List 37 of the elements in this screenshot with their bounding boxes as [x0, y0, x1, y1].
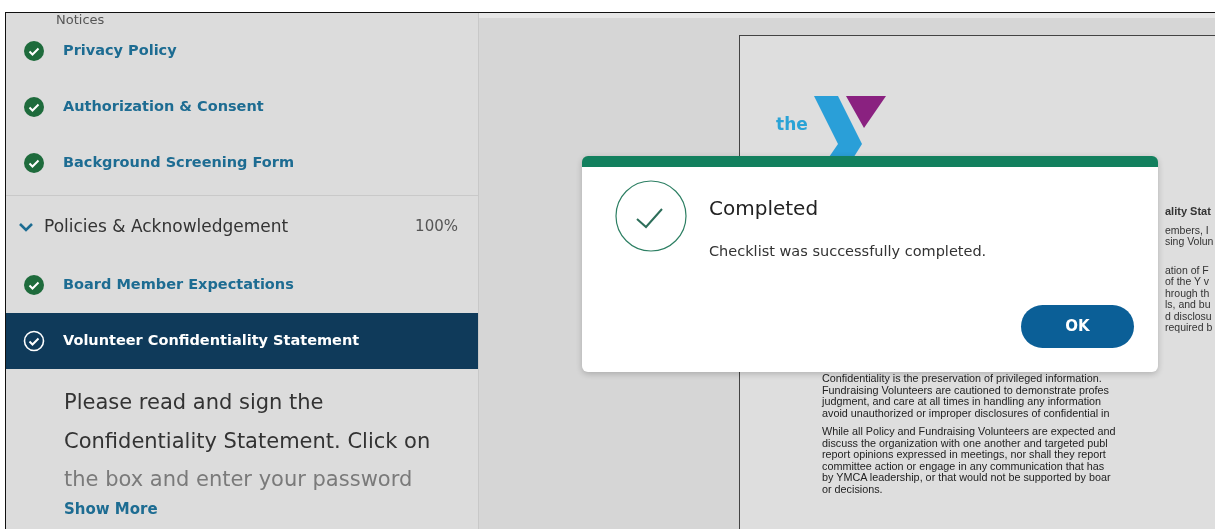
description-text: Please read and sign the	[64, 389, 325, 416]
document-text-line: embers, I	[1165, 224, 1210, 236]
sidebar-item[interactable]: Background Screening Form	[6, 135, 478, 191]
document-text-line: committee action or engage in any communication that has	[822, 460, 1105, 472]
document-text-line: of the Y v	[1165, 276, 1210, 288]
document-text-line: judgment, and care at all times in handling any information	[822, 396, 1102, 408]
document-text-line: ls, and bu	[1165, 299, 1212, 311]
section-heading: Notices	[55, 13, 106, 23]
dialog-message: Checklist was successfully completed.	[709, 242, 987, 261]
document-text-line: hrough th	[1165, 287, 1211, 299]
document-text-line: avoid unauthorized or improper disclosures of confidential in	[822, 407, 1111, 419]
document-text-line: or decisions.	[822, 483, 883, 495]
section-header[interactable]: Policies & Acknowledgement 100%	[6, 195, 478, 257]
logo-text: the	[776, 113, 808, 136]
sidebar-item[interactable]: Volunteer Confidentiality Statement	[6, 313, 478, 369]
document-text-line: While all Policy and Fundraising Volunteers are expected and	[822, 426, 1116, 438]
document-text-line: d disclosu	[1165, 310, 1213, 322]
document-text-line: ation of F	[1165, 264, 1210, 276]
progress-text: 100%	[415, 216, 458, 238]
document-text-line: Fundraising Volunteers are cautioned to demonstrate profes	[822, 384, 1110, 396]
sidebar-item[interactable]: Privacy Policy	[6, 23, 478, 79]
ok-button[interactable]: OK	[1021, 305, 1134, 348]
document-text-line: report opinions expressed in meetings, nor shall they report	[822, 449, 1106, 461]
document-heading: ality Stat	[1165, 206, 1212, 218]
document-text-line: required b	[1165, 322, 1214, 334]
description-text: the box and enter your password	[64, 466, 414, 493]
document-text-line: by YMCA leadership, or that would not be supported by boar	[822, 472, 1112, 484]
sidebar-item[interactable]: Authorization & Consent	[6, 79, 478, 135]
document-text-line: sing Volun	[1165, 236, 1214, 248]
show-more-link[interactable]: Show More	[6, 498, 478, 519]
dialog-title: Completed	[709, 195, 819, 222]
sidebar-item[interactable]: Board Member Expectations	[6, 257, 478, 313]
document-text-line: discuss the organization with one another and targeted publ	[822, 437, 1109, 449]
description-text: Confidentiality Statement. Click on	[64, 427, 432, 455]
check-circle-icon	[615, 180, 687, 252]
section-title: Policies & Acknowledgement	[44, 214, 290, 238]
document-text-line: Confidentiality is the preservation of privileged information.	[822, 373, 1103, 385]
